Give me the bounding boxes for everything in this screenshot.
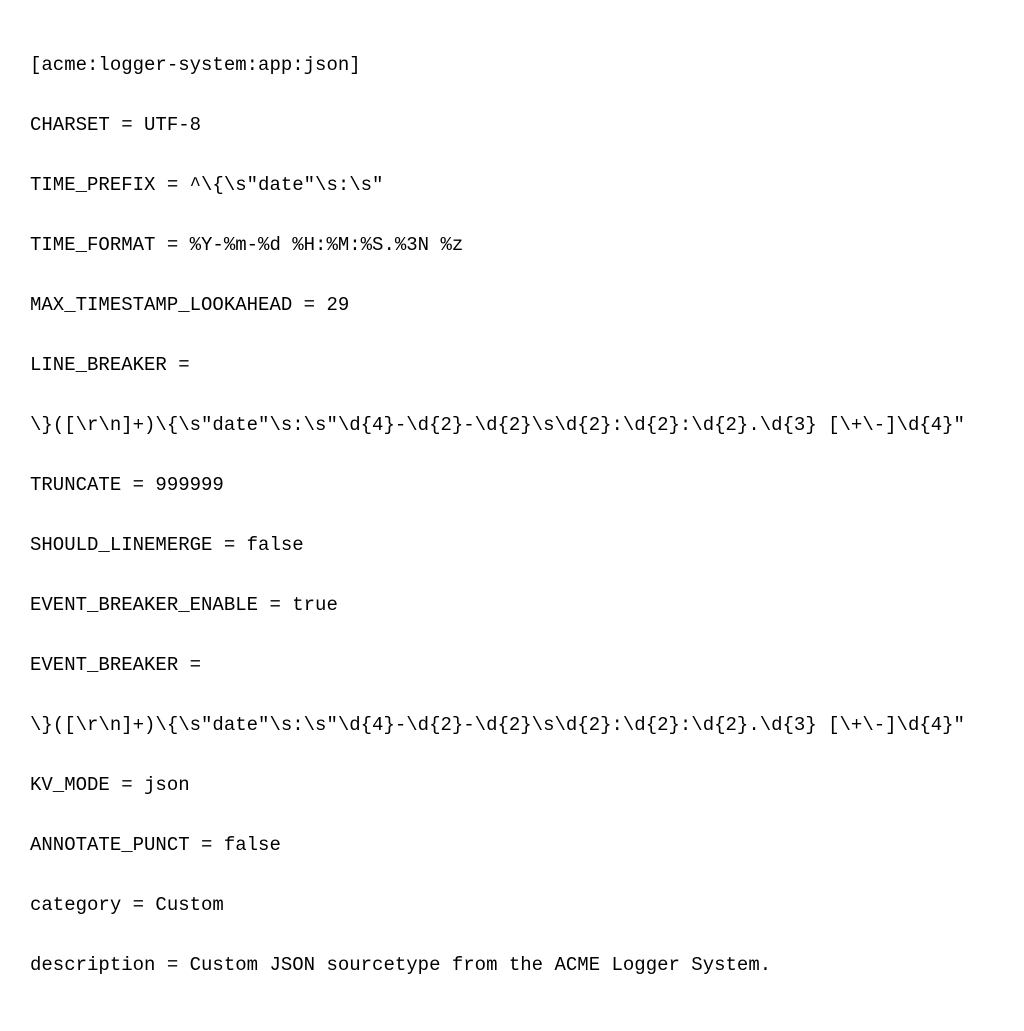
config-line: EVENT_BREAKER = [30,650,994,680]
config-line: TIME_PREFIX = ^\{\s"date"\s:\s" [30,170,994,200]
config-line: LINE_BREAKER = [30,350,994,380]
config-line: SHOULD_LINEMERGE = false [30,530,994,560]
config-line: MAX_TIMESTAMP_LOOKAHEAD = 29 [30,290,994,320]
config-line: CHARSET = UTF-8 [30,110,994,140]
config-line: KV_MODE = json [30,770,994,800]
config-line: description = Custom JSON sourcetype fro… [30,950,994,980]
config-line: TIME_FORMAT = %Y-%m-%d %H:%M:%S.%3N %z [30,230,994,260]
config-line: \}([\r\n]+)\{\s"date"\s:\s"\d{4}-\d{2}-\… [30,710,994,740]
config-line: category = Custom [30,890,994,920]
config-line: \}([\r\n]+)\{\s"date"\s:\s"\d{4}-\d{2}-\… [30,410,994,440]
config-stanza: [acme:logger-system:app:json] [30,50,994,80]
config-line: EVENT_BREAKER_ENABLE = true [30,590,994,620]
config-block: [acme:logger-system:app:json] CHARSET = … [0,0,1024,1031]
config-line: TRUNCATE = 999999 [30,470,994,500]
config-line: ANNOTATE_PUNCT = false [30,830,994,860]
